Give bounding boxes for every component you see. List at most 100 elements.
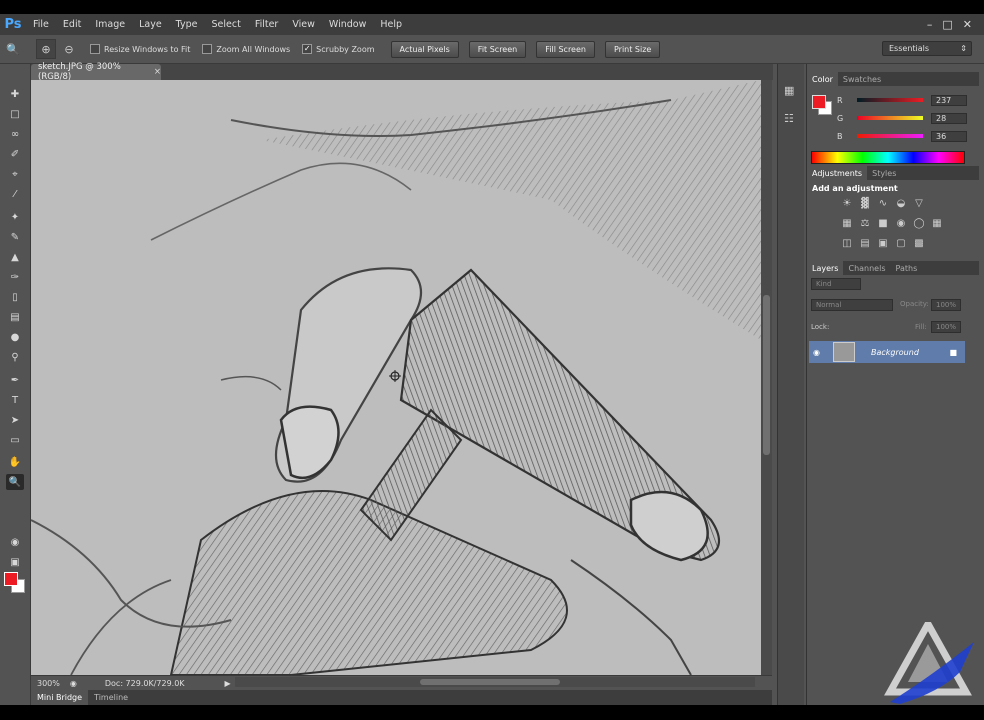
status-menu-arrow-icon[interactable]: ▶ bbox=[225, 679, 231, 688]
zoom-all-windows-checkbox[interactable]: Zoom All Windows bbox=[202, 44, 290, 54]
type-tool-icon[interactable]: T bbox=[6, 392, 24, 408]
menu-help[interactable]: Help bbox=[373, 19, 409, 30]
tab-color[interactable]: Color bbox=[807, 72, 838, 86]
workspace-select[interactable]: Essentials ⇕ bbox=[882, 41, 972, 56]
black-white-icon[interactable]: ■ bbox=[877, 217, 889, 229]
menu-image[interactable]: Image bbox=[88, 19, 132, 30]
horizontal-scrollbar[interactable] bbox=[235, 677, 755, 687]
channel-mixer-icon[interactable]: ◯ bbox=[913, 217, 925, 229]
fill-screen-button[interactable]: Fill Screen bbox=[536, 40, 595, 58]
blue-value-input[interactable]: 36 bbox=[931, 130, 967, 142]
maximize-icon[interactable]: □ bbox=[942, 18, 952, 31]
green-slider[interactable] bbox=[857, 116, 923, 120]
menu-layer[interactable]: Laye bbox=[132, 19, 169, 30]
resize-windows-checkbox[interactable]: Resize Windows to Fit bbox=[90, 44, 190, 54]
zoom-out-icon[interactable]: ⊖ bbox=[60, 40, 78, 58]
color-panel-foreground-swatch[interactable] bbox=[812, 95, 826, 109]
checkbox-box-checked[interactable]: ✓ bbox=[302, 44, 313, 54]
menu-type[interactable]: Type bbox=[169, 19, 205, 30]
marquee-tool-icon[interactable]: □ bbox=[6, 106, 24, 122]
gradient-tool-icon[interactable]: ▤ bbox=[6, 309, 24, 325]
minimize-icon[interactable]: – bbox=[927, 18, 933, 31]
blend-mode-select[interactable]: Normal bbox=[811, 299, 893, 311]
vertical-scroll-thumb[interactable] bbox=[763, 295, 770, 455]
levels-icon[interactable]: ▓ bbox=[859, 197, 871, 209]
color-spectrum-ramp[interactable] bbox=[811, 151, 965, 164]
status-info-icon[interactable]: ◉ bbox=[70, 679, 77, 688]
rectangle-tool-icon[interactable]: ▭ bbox=[6, 432, 24, 448]
tab-swatches[interactable]: Swatches bbox=[838, 72, 886, 86]
actual-pixels-button[interactable]: Actual Pixels bbox=[390, 40, 459, 58]
eraser-tool-icon[interactable]: ▯ bbox=[6, 289, 24, 305]
pen-tool-icon[interactable]: ✒ bbox=[6, 372, 24, 388]
red-slider[interactable] bbox=[857, 98, 923, 102]
history-panel-icon[interactable]: ▦ bbox=[784, 84, 794, 97]
horizontal-scroll-thumb[interactable] bbox=[420, 679, 560, 685]
move-tool-icon[interactable]: ✚ bbox=[6, 86, 24, 102]
color-balance-icon[interactable]: ⚖ bbox=[859, 217, 871, 229]
green-value-input[interactable]: 28 bbox=[931, 112, 967, 124]
dodge-tool-icon[interactable]: ⚲ bbox=[6, 349, 24, 365]
close-document-icon[interactable]: × bbox=[154, 67, 161, 77]
threshold-icon[interactable]: ▣ bbox=[877, 237, 889, 249]
menu-file[interactable]: File bbox=[26, 19, 56, 30]
color-lookup-icon[interactable]: ▦ bbox=[931, 217, 943, 229]
tab-channels[interactable]: Channels bbox=[843, 261, 890, 275]
properties-panel-icon[interactable]: ☷ bbox=[784, 112, 794, 125]
clone-stamp-tool-icon[interactable]: ▲ bbox=[6, 249, 24, 265]
vibrance-icon[interactable]: ▽ bbox=[913, 197, 925, 209]
checkbox-box[interactable] bbox=[90, 44, 100, 54]
menu-edit[interactable]: Edit bbox=[56, 19, 88, 30]
photo-filter-icon[interactable]: ◉ bbox=[895, 217, 907, 229]
healing-brush-tool-icon[interactable]: ✦ bbox=[6, 209, 24, 225]
posterize-icon[interactable]: ▤ bbox=[859, 237, 871, 249]
curves-icon[interactable]: ∿ bbox=[877, 197, 889, 209]
eyedropper-tool-icon[interactable]: ⁄ bbox=[6, 186, 24, 202]
tab-timeline[interactable]: Timeline bbox=[88, 690, 134, 705]
fit-screen-button[interactable]: Fit Screen bbox=[468, 40, 527, 58]
blue-slider[interactable] bbox=[857, 134, 923, 138]
tab-paths[interactable]: Paths bbox=[891, 261, 923, 275]
menu-window[interactable]: Window bbox=[322, 19, 373, 30]
exposure-icon[interactable]: ◒ bbox=[895, 197, 907, 209]
gradient-map-icon[interactable]: ▩ bbox=[913, 237, 925, 249]
canvas[interactable] bbox=[31, 80, 761, 675]
menu-select[interactable]: Select bbox=[205, 19, 248, 30]
tab-adjustments[interactable]: Adjustments bbox=[807, 166, 868, 180]
document-tab[interactable]: sketch.JPG @ 300% (RGB/8) × bbox=[31, 62, 161, 82]
selective-color-icon[interactable]: ▢ bbox=[895, 237, 907, 249]
screen-mode-icon[interactable]: ▣ bbox=[6, 554, 24, 570]
quick-mask-icon[interactable]: ◉ bbox=[6, 534, 24, 550]
zoom-tool-icon[interactable]: 🔍 bbox=[6, 474, 24, 490]
zoom-level[interactable]: 300% bbox=[37, 679, 60, 688]
tab-styles[interactable]: Styles bbox=[867, 166, 901, 180]
history-brush-tool-icon[interactable]: ✑ bbox=[6, 269, 24, 285]
zoom-in-icon[interactable]: ⊕ bbox=[36, 39, 56, 59]
menu-view[interactable]: View bbox=[285, 19, 322, 30]
print-size-button[interactable]: Print Size bbox=[604, 40, 661, 58]
hand-tool-icon[interactable]: ✋ bbox=[6, 454, 24, 470]
tab-layers[interactable]: Layers bbox=[807, 261, 844, 275]
quick-select-tool-icon[interactable]: ✐ bbox=[6, 146, 24, 162]
layer-row-background[interactable]: ◉ Background ■ bbox=[809, 341, 965, 363]
layer-name[interactable]: Background bbox=[871, 348, 919, 357]
brightness-icon[interactable]: ☀ bbox=[841, 197, 853, 209]
close-icon[interactable]: ✕ bbox=[963, 18, 972, 31]
path-selection-tool-icon[interactable]: ➤ bbox=[6, 412, 24, 428]
opacity-input[interactable]: 100% bbox=[931, 299, 961, 311]
zoom-tool-preset-icon[interactable]: 🔍 bbox=[4, 40, 22, 58]
checkbox-box[interactable] bbox=[202, 44, 213, 54]
blur-tool-icon[interactable]: ● bbox=[6, 329, 24, 345]
tab-mini-bridge[interactable]: Mini Bridge bbox=[31, 690, 89, 705]
visibility-eye-icon[interactable]: ◉ bbox=[813, 348, 820, 357]
crop-tool-icon[interactable]: ⌖ bbox=[6, 166, 24, 182]
red-value-input[interactable]: 237 bbox=[931, 94, 967, 106]
hue-saturation-icon[interactable]: ▦ bbox=[841, 217, 853, 229]
scrubby-zoom-checkbox[interactable]: ✓ Scrubby Zoom bbox=[302, 44, 375, 54]
lasso-tool-icon[interactable]: ∞ bbox=[6, 126, 24, 142]
invert-icon[interactable]: ◫ bbox=[841, 237, 853, 249]
layer-filter-select[interactable]: Kind bbox=[811, 278, 861, 290]
brush-tool-icon[interactable]: ✎ bbox=[6, 229, 24, 245]
foreground-color-swatch[interactable] bbox=[4, 572, 18, 586]
menu-filter[interactable]: Filter bbox=[248, 19, 286, 30]
